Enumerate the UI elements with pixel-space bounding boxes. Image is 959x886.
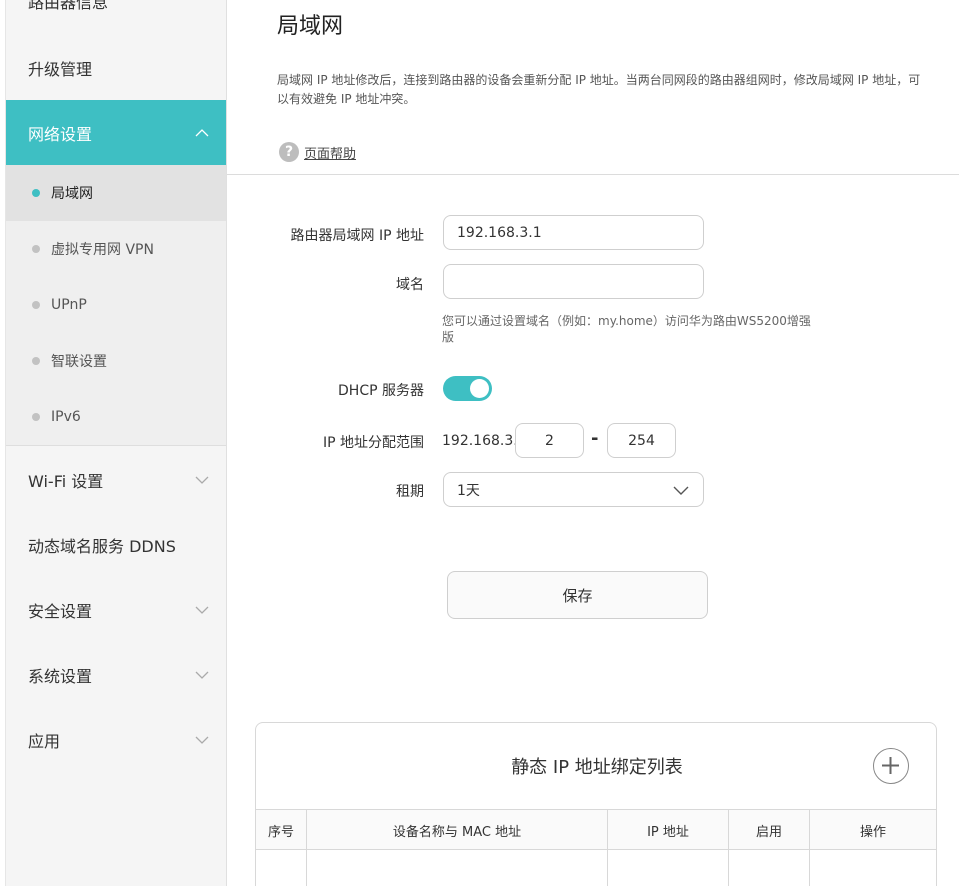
subnav-item-lan[interactable]: 局域网	[6, 165, 226, 221]
table-cell	[256, 850, 307, 886]
nav-item-label: 升级管理	[28, 59, 93, 79]
table-cell	[729, 850, 810, 886]
column-header: 操作	[859, 824, 886, 840]
column-header: IP 地址	[608, 810, 729, 850]
nav-item-security[interactable]: 安全设置	[6, 577, 226, 642]
table-title: 静态 IP 地址绑定列表	[511, 757, 683, 778]
subnav-item-upnp[interactable]: UPnP	[6, 277, 226, 333]
page-help-link[interactable]: ? 页面帮助	[279, 142, 356, 162]
chevron-down-icon	[195, 671, 209, 679]
ip-range-prefix: 192.168.3.	[442, 433, 518, 449]
static-ip-table: 静态 IP 地址绑定列表 序号 设备名称与 MAC 地址 IP 地址 启用 操作	[255, 722, 937, 886]
divider	[227, 174, 959, 175]
ip-range-end-value: 254	[628, 432, 655, 449]
nav-item-ddns[interactable]: 动态域名服务 DDNS	[6, 512, 226, 577]
nav-item-apps[interactable]: 应用	[6, 707, 226, 772]
main-content: 局域网 局域网 IP 地址修改后，连接到路由器的设备会重新分配 IP 地址。当两…	[227, 0, 959, 886]
nav-item-label: 系统设置	[28, 666, 93, 686]
subnav-item-ipv6[interactable]: IPv6	[6, 389, 226, 445]
bullet-dot-icon	[32, 413, 40, 421]
bullet-dot-icon	[32, 301, 40, 309]
chevron-down-icon	[195, 476, 209, 484]
nav-item-router-info[interactable]: 路由器信息	[6, 0, 226, 33]
range-separator: -	[591, 428, 599, 449]
add-binding-button[interactable]	[873, 748, 909, 784]
lease-label: 租期	[396, 484, 424, 500]
page-description: 局域网 IP 地址修改后，连接到路由器的设备会重新分配 IP 地址。当两台同网段…	[277, 73, 921, 106]
ip-range-start-input[interactable]: 2	[515, 423, 584, 458]
subnav-item-label: 虚拟专用网 VPN	[51, 242, 154, 258]
sidebar: 路由器信息 升级管理 网络设置 局域网 虚拟专用网 VPN UPnP 智联设置 …	[5, 0, 227, 886]
network-subnav: 局域网 虚拟专用网 VPN UPnP 智联设置 IPv6	[6, 165, 226, 446]
nav-item-label: 安全设置	[28, 601, 93, 621]
subnav-item-label: UPnP	[51, 297, 87, 313]
bullet-dot-icon	[32, 357, 40, 365]
nav-item-system-settings[interactable]: 系统设置	[6, 642, 226, 707]
help-label: 页面帮助	[304, 146, 357, 162]
nav-item-network-settings[interactable]: 网络设置	[6, 100, 226, 165]
question-mark-icon: ?	[279, 142, 299, 162]
lan-ip-label: 路由器局域网 IP 地址	[290, 228, 424, 244]
table-cell	[608, 850, 729, 886]
nav-item-label: 网络设置	[28, 124, 93, 144]
chevron-down-icon	[673, 486, 689, 495]
column-header: 序号	[256, 810, 307, 850]
lease-value: 1天	[457, 482, 480, 499]
dhcp-toggle[interactable]	[443, 376, 492, 401]
subnav-item-label: 智联设置	[51, 354, 107, 370]
subnav-item-vpn[interactable]: 虚拟专用网 VPN	[6, 221, 226, 277]
subnav-item-label: 局域网	[51, 186, 93, 202]
table-cell	[307, 850, 608, 886]
subnav-item-smart-link[interactable]: 智联设置	[6, 333, 226, 389]
bullet-dot-icon	[32, 189, 40, 197]
domain-label: 域名	[396, 277, 424, 293]
plus-icon	[882, 757, 899, 774]
ip-range-label: IP 地址分配范围	[322, 435, 424, 451]
column-header: 设备名称与 MAC 地址	[307, 810, 608, 850]
nav-item-label: 路由器信息	[28, 0, 109, 12]
table-header: 序号 设备名称与 MAC 地址 IP 地址 启用 操作	[256, 809, 936, 850]
domain-hint: 您可以通过设置域名（例如：my.home）访问华为路由WS5200增强版	[442, 314, 811, 344]
nav-item-wifi-settings[interactable]: Wi-Fi 设置	[6, 447, 226, 512]
subnav-item-label: IPv6	[51, 409, 81, 425]
nav-item-label: 应用	[28, 731, 61, 751]
nav-item-label: Wi-Fi 设置	[28, 471, 104, 491]
nav-item-upgrade[interactable]: 升级管理	[6, 35, 226, 100]
ip-range-end-input[interactable]: 254	[607, 423, 676, 458]
ip-range-start-value: 2	[545, 432, 554, 449]
bullet-dot-icon	[32, 245, 40, 253]
domain-input[interactable]	[443, 264, 704, 299]
save-button[interactable]: 保存	[447, 571, 708, 619]
column-header: 启用	[729, 810, 810, 850]
lease-select[interactable]: 1天	[443, 472, 704, 507]
dhcp-label: DHCP 服务器	[338, 383, 424, 399]
lan-ip-input[interactable]: 192.168.3.1	[443, 215, 704, 250]
toggle-knob	[470, 379, 489, 398]
chevron-up-icon	[195, 128, 209, 136]
nav-item-label: 动态域名服务 DDNS	[28, 536, 176, 556]
lan-ip-value: 192.168.3.1	[457, 224, 542, 241]
chevron-down-icon	[195, 606, 209, 614]
chevron-down-icon	[195, 736, 209, 744]
page-title: 局域网	[277, 14, 344, 39]
